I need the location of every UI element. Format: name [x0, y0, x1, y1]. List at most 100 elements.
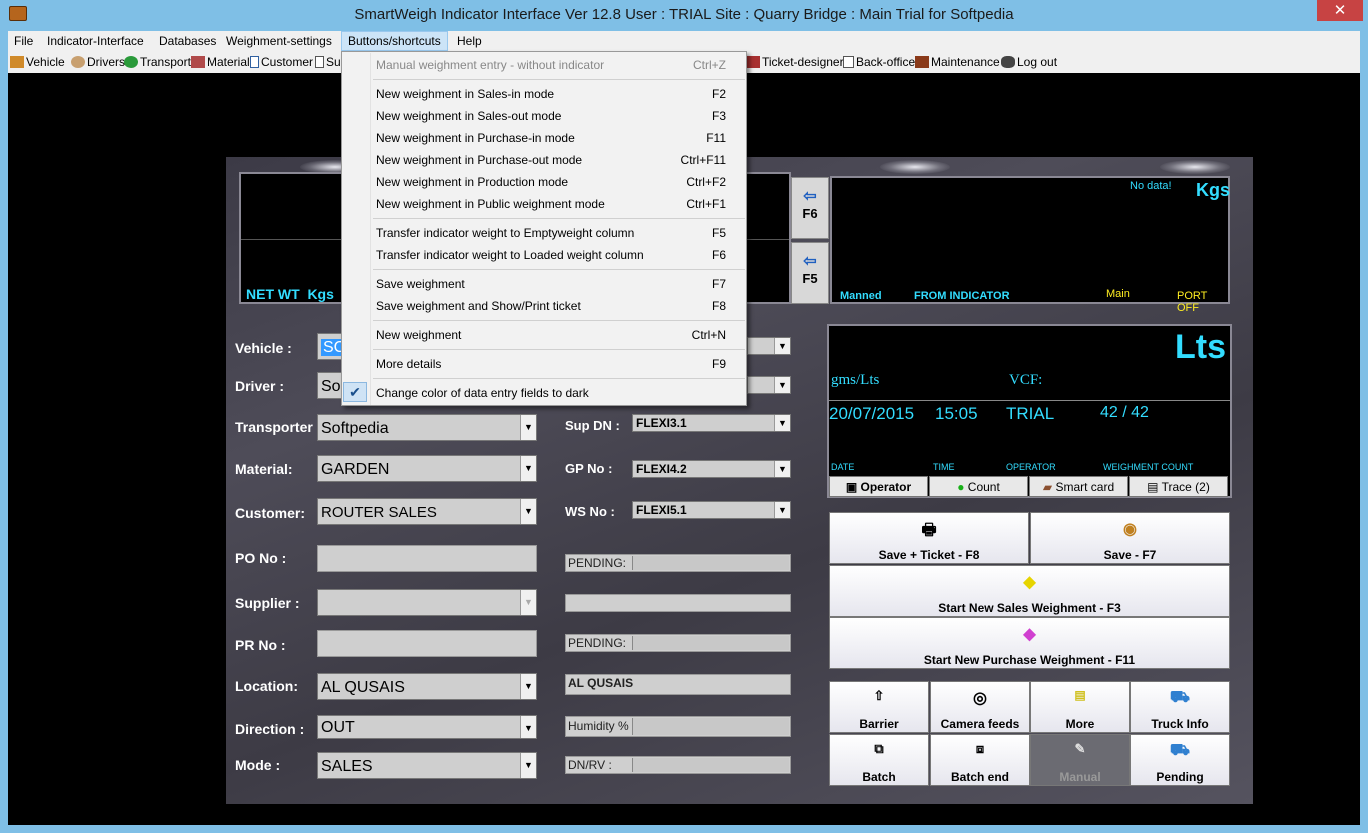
- supplier-extra-field[interactable]: [565, 594, 791, 612]
- chevron-down-icon[interactable]: ▼: [520, 456, 536, 481]
- chevron-down-icon[interactable]: ▼: [774, 377, 790, 393]
- menu-transfer-empty[interactable]: Transfer indicator weight to Emptyweight…: [342, 221, 746, 243]
- menu-sales-in[interactable]: New weighment in Sales-in mode F2: [342, 82, 746, 104]
- menu-purchase-out[interactable]: New weighment in Purchase-out mode Ctrl+F…: [342, 148, 746, 170]
- operator-value: TRIAL: [1006, 404, 1055, 423]
- location-combo[interactable]: AL QUSAIS ▼: [317, 673, 537, 700]
- menu-separator: [373, 79, 745, 80]
- toolbar-maintenance[interactable]: Maintenance: [915, 54, 1000, 70]
- menu-databases[interactable]: Databases: [153, 31, 222, 51]
- chevron-down-icon[interactable]: ▼: [774, 461, 790, 477]
- chevron-down-icon[interactable]: ▼: [520, 415, 536, 440]
- chevron-down-icon[interactable]: ▼: [774, 415, 790, 431]
- tools-icon: [915, 56, 929, 68]
- chevron-down-icon[interactable]: ▼: [520, 753, 536, 778]
- menu-transfer-loaded[interactable]: Transfer indicator weight to Loaded weig…: [342, 243, 746, 265]
- green-dot-icon: ●: [957, 480, 965, 494]
- toolbar-vehicle[interactable]: Vehicle: [10, 54, 65, 70]
- tab-count[interactable]: ● Count: [929, 476, 1028, 497]
- batch-button[interactable]: ⧉ Batch: [829, 734, 929, 786]
- po-field[interactable]: [317, 545, 537, 572]
- batch-icon: ⧉: [874, 741, 884, 756]
- chevron-down-icon[interactable]: ▼: [774, 338, 790, 354]
- truck-info-button[interactable]: ⛟ Truck Info: [1130, 681, 1230, 733]
- menu-more-details[interactable]: More details F9: [342, 352, 746, 374]
- menu-production[interactable]: New weighment in Production mode Ctrl+F2: [342, 170, 746, 192]
- barrier-button[interactable]: ⇧ Barrier: [829, 681, 929, 733]
- toolbar-customer[interactable]: Customer: [250, 54, 313, 70]
- count-header: WEIGHMENT COUNT: [1103, 462, 1194, 472]
- menu-help[interactable]: Help: [451, 31, 488, 51]
- toolbar-drivers[interactable]: Drivers: [71, 54, 125, 70]
- hidden-combo-2[interactable]: ▼: [747, 376, 791, 394]
- direction-combo[interactable]: OUT ▼: [317, 715, 537, 739]
- material-label: Material:: [235, 461, 293, 477]
- close-button[interactable]: ✕: [1317, 0, 1363, 21]
- mode-combo[interactable]: SALES ▼: [317, 752, 537, 779]
- chevron-down-icon[interactable]: ▼: [520, 716, 536, 738]
- start-sales-button[interactable]: ◆ Start New Sales Weighment - F3: [829, 565, 1230, 617]
- menu-weighment-settings[interactable]: Weighment-settings: [220, 31, 338, 51]
- toolbar-transport[interactable]: Transport: [124, 54, 191, 70]
- menu-file[interactable]: File: [8, 31, 39, 51]
- tab-trace[interactable]: ▤ Trace (2): [1129, 476, 1228, 497]
- material-combo[interactable]: GARDEN ▼: [317, 455, 537, 482]
- toolbar-logout[interactable]: Log out: [1001, 54, 1057, 70]
- more-button[interactable]: ▤ More: [1030, 681, 1130, 733]
- menu-buttons-shortcuts[interactable]: Buttons/shortcuts: [341, 31, 448, 51]
- customer-combo[interactable]: ROUTER SALES ▼: [317, 498, 537, 525]
- camera-feeds-button[interactable]: ◎ Camera feeds: [930, 681, 1030, 733]
- toolbar-material[interactable]: Material: [191, 54, 250, 70]
- toolbar-supplier[interactable]: Su: [315, 54, 341, 70]
- start-purchase-button[interactable]: ◆ Start New Purchase Weighment - F11: [829, 617, 1230, 669]
- menu-manual-entry[interactable]: Manual weighment entry - without indicat…: [342, 53, 746, 75]
- gp-no-combo[interactable]: FLEXI4.2 ▼: [632, 460, 791, 478]
- po-label: PO No :: [235, 550, 287, 566]
- note-icon: ▤: [1074, 688, 1086, 702]
- menu-save-weighment[interactable]: Save weighment F7: [342, 272, 746, 294]
- edit-icon: ✎: [1074, 741, 1086, 756]
- toolbar-ticket-designer[interactable]: Ticket-designer: [746, 54, 844, 70]
- truck-icon: [10, 56, 24, 68]
- save-button[interactable]: ◉ Save - F7: [1030, 512, 1230, 564]
- location-extra-field[interactable]: AL QUSAIS: [565, 674, 791, 695]
- chevron-down-icon[interactable]: ▼: [520, 590, 536, 615]
- tab-smart-card[interactable]: ▰ Smart card: [1029, 476, 1128, 497]
- toolbar-back-office[interactable]: Back-office: [843, 54, 915, 70]
- f6-button[interactable]: ⇦ F6: [791, 177, 829, 239]
- menu-new-weighment[interactable]: New weighment Ctrl+N: [342, 323, 746, 345]
- manual-button[interactable]: ✎ Manual: [1030, 734, 1130, 786]
- menu-separator: [373, 320, 745, 321]
- hidden-combo-1[interactable]: ▼: [747, 337, 791, 355]
- tab-operator[interactable]: ▣ Operator: [829, 476, 928, 497]
- menu-separator: [373, 269, 745, 270]
- menu-purchase-in[interactable]: New weighment in Purchase-in mode F11: [342, 126, 746, 148]
- chevron-down-icon[interactable]: ▼: [520, 674, 536, 699]
- pr-field[interactable]: [317, 630, 537, 657]
- chevron-down-icon[interactable]: ▼: [774, 502, 790, 518]
- menu-separator: [373, 218, 745, 219]
- pending-button[interactable]: ⛟ Pending: [1130, 734, 1230, 786]
- sales-icon: ◆: [1023, 574, 1036, 591]
- humidity-field[interactable]: Humidity %: [565, 716, 791, 737]
- title-bar: SmartWeigh Indicator Interface Ver 12.8 …: [0, 0, 1368, 31]
- chevron-down-icon[interactable]: ▼: [520, 499, 536, 524]
- batch-end-button[interactable]: ⧈ Batch end: [930, 734, 1030, 786]
- save-ticket-button[interactable]: 🖶 Save + Ticket - F8: [829, 512, 1029, 564]
- transporter-combo[interactable]: Softpedia ▼: [317, 414, 537, 441]
- menu-indicator-interface[interactable]: Indicator-Interface: [41, 31, 150, 51]
- pending-field-2[interactable]: PENDING:: [565, 634, 791, 652]
- menu-dark-fields[interactable]: Change color of data entry fields to dar…: [342, 381, 746, 403]
- card-icon: ▰: [1042, 480, 1053, 494]
- dn-rv-field[interactable]: DN/RV :: [565, 756, 791, 774]
- pending-field-1[interactable]: PENDING:: [565, 554, 791, 572]
- supplier-combo[interactable]: ▼: [317, 589, 537, 616]
- ws-no-combo[interactable]: FLEXI5.1 ▼: [632, 501, 791, 519]
- menu-public-weighment[interactable]: New weighment in Public weighment mode Ct…: [342, 192, 746, 214]
- menu-sales-out[interactable]: New weighment in Sales-out mode F3: [342, 104, 746, 126]
- sup-dn-combo[interactable]: FLEXI3.1 ▼: [632, 414, 791, 432]
- menu-save-print[interactable]: Save weighment and Show/Print ticket F8: [342, 294, 746, 316]
- time-value: 15:05: [935, 404, 978, 423]
- f5-button[interactable]: ⇦ F5: [791, 242, 829, 304]
- time-header: TIME: [933, 462, 955, 472]
